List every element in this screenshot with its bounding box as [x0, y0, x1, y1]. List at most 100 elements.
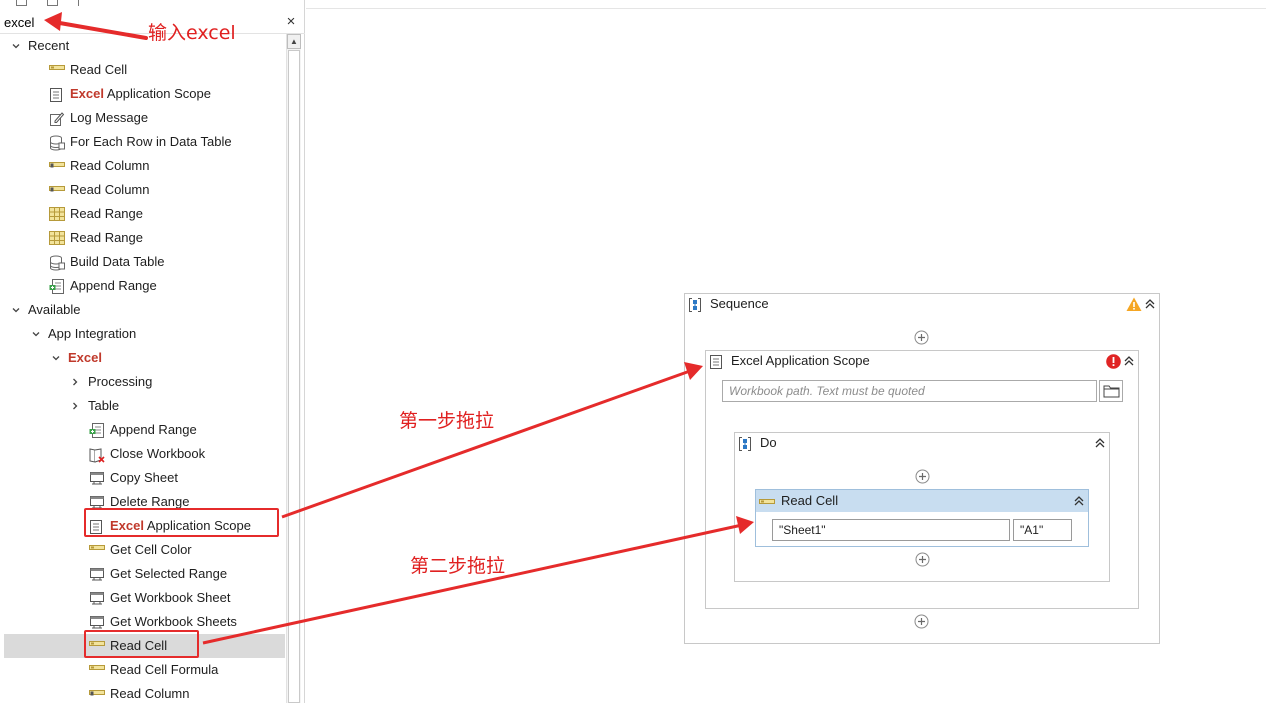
tree-item-recent[interactable]: Read Column — [4, 154, 285, 178]
sequence-header[interactable]: Sequence — [685, 294, 1159, 314]
cell-address-input[interactable] — [1013, 519, 1072, 541]
tree-item-label: Get Workbook Sheets — [110, 614, 237, 629]
panel-toolbar — [0, 0, 305, 9]
tree-item-label: Table — [88, 398, 120, 413]
tree-item-label: Close Workbook — [110, 446, 206, 461]
annotation-type-excel: 输入excel — [148, 22, 236, 44]
scroll-thumb[interactable] — [288, 50, 300, 703]
scroll-up-icon[interactable]: ▲ — [287, 34, 301, 49]
add-activity-icon[interactable] — [914, 614, 929, 629]
sheet-name-input[interactable] — [772, 519, 1010, 541]
annotation-step2: 第二步拖拉 — [410, 555, 506, 577]
collapse-all-icon[interactable] — [47, 0, 58, 6]
search-match-highlight: Excel — [70, 86, 104, 101]
browse-file-button[interactable] — [1099, 380, 1123, 402]
excel-scope-icon — [89, 519, 103, 534]
tree-item-excel-activity[interactable]: Read Cell — [4, 634, 285, 658]
filter-icon[interactable] — [78, 0, 86, 6]
tree-item-label: Processing — [88, 374, 153, 389]
tree-group-recent[interactable]: Recent — [4, 34, 285, 58]
tree-item-label: Excel Application Scope — [110, 518, 251, 533]
tree-scrollbar[interactable]: ▲ — [286, 34, 301, 703]
tree-item-label: Read Range — [70, 230, 143, 245]
chevron-down-icon[interactable] — [11, 305, 21, 315]
warning-icon — [1126, 297, 1142, 311]
tree-item-recent[interactable]: Read Range — [4, 202, 285, 226]
tree-item-excel-activity[interactable]: Get Selected Range — [4, 562, 285, 586]
read-column-icon — [49, 159, 65, 173]
tree-group-processing[interactable]: Processing — [4, 370, 285, 394]
expand-all-icon[interactable] — [16, 0, 27, 6]
tree-item-label: Recent — [28, 38, 70, 53]
clear-search-icon[interactable]: × — [283, 13, 299, 31]
tree-item-excel-activity[interactable]: Read Column — [4, 682, 285, 703]
collapse-sequence-icon[interactable] — [1143, 297, 1157, 311]
error-icon — [1106, 354, 1121, 369]
chevron-down-icon[interactable] — [11, 41, 21, 51]
sheet-icon — [89, 591, 104, 605]
tree-item-recent[interactable]: Excel Application Scope — [4, 82, 285, 106]
tree-group-available[interactable]: Available — [4, 298, 285, 322]
sequence-title: Sequence — [710, 296, 769, 311]
tree-item-excel-activity[interactable]: Read Cell Formula — [4, 658, 285, 682]
tree-item-label: Read Cell — [110, 638, 168, 653]
chevron-right-icon[interactable] — [70, 377, 80, 387]
excel-scope-header[interactable]: Excel Application Scope — [706, 351, 1138, 371]
read-cell-title: Read Cell — [781, 493, 839, 508]
tree-item-excel-activity[interactable]: Get Workbook Sheets — [4, 610, 285, 634]
tree-item-excel-activity[interactable]: Append Range — [4, 418, 285, 442]
workbook-path-input[interactable] — [722, 380, 1097, 402]
tree-item-recent[interactable]: Append Range — [4, 274, 285, 298]
collapse-excel-scope-icon[interactable] — [1122, 354, 1136, 368]
tree-item-excel-activity[interactable]: Get Cell Color — [4, 538, 285, 562]
tree-item-text: Application Scope — [143, 518, 251, 533]
tree-item-excel-activity[interactable]: Delete Range — [4, 490, 285, 514]
tree-item-excel-activity[interactable]: Get Workbook Sheet — [4, 586, 285, 610]
read-cell-icon — [49, 63, 65, 77]
add-activity-icon[interactable] — [914, 330, 929, 345]
excel-scope-icon — [49, 87, 63, 102]
tree-item-recent[interactable]: Read Range — [4, 226, 285, 250]
read-cell-activity[interactable]: Read Cell — [755, 489, 1089, 547]
tree-group-table[interactable]: Table — [4, 394, 285, 418]
read-cell-header[interactable]: Read Cell — [756, 490, 1088, 512]
collapse-read-cell-icon[interactable] — [1072, 494, 1086, 508]
tree-item-label: Log Message — [70, 110, 149, 125]
read-range-icon — [49, 207, 65, 221]
read-cell-icon — [759, 495, 775, 509]
tree-item-label: Get Workbook Sheet — [110, 590, 231, 605]
tree-item-label: Read Range — [70, 206, 143, 221]
tree-item-label: Append Range — [110, 422, 197, 437]
tree-item-label: Read Cell — [70, 62, 128, 77]
add-activity-icon[interactable] — [915, 552, 930, 567]
tree-item-excel-activity[interactable]: Excel Application Scope — [4, 514, 285, 538]
tree-item-recent[interactable]: Build Data Table — [4, 250, 285, 274]
sheet-icon — [89, 471, 104, 485]
add-activity-icon[interactable] — [915, 469, 930, 484]
tree-item-label: Available — [28, 302, 81, 317]
tree-item-recent[interactable]: For Each Row in Data Table — [4, 130, 285, 154]
tree-item-recent[interactable]: Read Column — [4, 178, 285, 202]
excel-scope-title: Excel Application Scope — [731, 353, 870, 368]
collapse-do-icon[interactable] — [1093, 436, 1107, 450]
tree-item-label: Get Cell Color — [110, 542, 192, 557]
tree-group-excel[interactable]: Excel — [4, 346, 285, 370]
tree-item-excel-activity[interactable]: Close Workbook — [4, 442, 285, 466]
chevron-down-icon[interactable] — [31, 329, 41, 339]
tree-item-recent[interactable]: Log Message — [4, 106, 285, 130]
canvas-border — [306, 8, 1266, 9]
chevron-down-icon[interactable] — [51, 353, 61, 363]
sequence-icon — [737, 436, 751, 451]
sheet-icon — [89, 567, 104, 581]
tree-item-excel-activity[interactable]: Copy Sheet — [4, 466, 285, 490]
tree-item-recent[interactable]: Read Cell — [4, 58, 285, 82]
data-table-icon — [49, 135, 65, 151]
chevron-right-icon[interactable] — [70, 401, 80, 411]
tree-item-label: App Integration — [48, 326, 137, 341]
activities-tree: Recent Read Cell Excel Application Scope Lo… — [0, 34, 287, 703]
tree-group-app-integration[interactable]: App Integration — [4, 322, 285, 346]
read-column-icon — [89, 687, 105, 701]
read-cell-icon — [89, 663, 105, 677]
close-workbook-icon — [89, 447, 105, 463]
do-header[interactable]: Do — [735, 433, 1109, 453]
